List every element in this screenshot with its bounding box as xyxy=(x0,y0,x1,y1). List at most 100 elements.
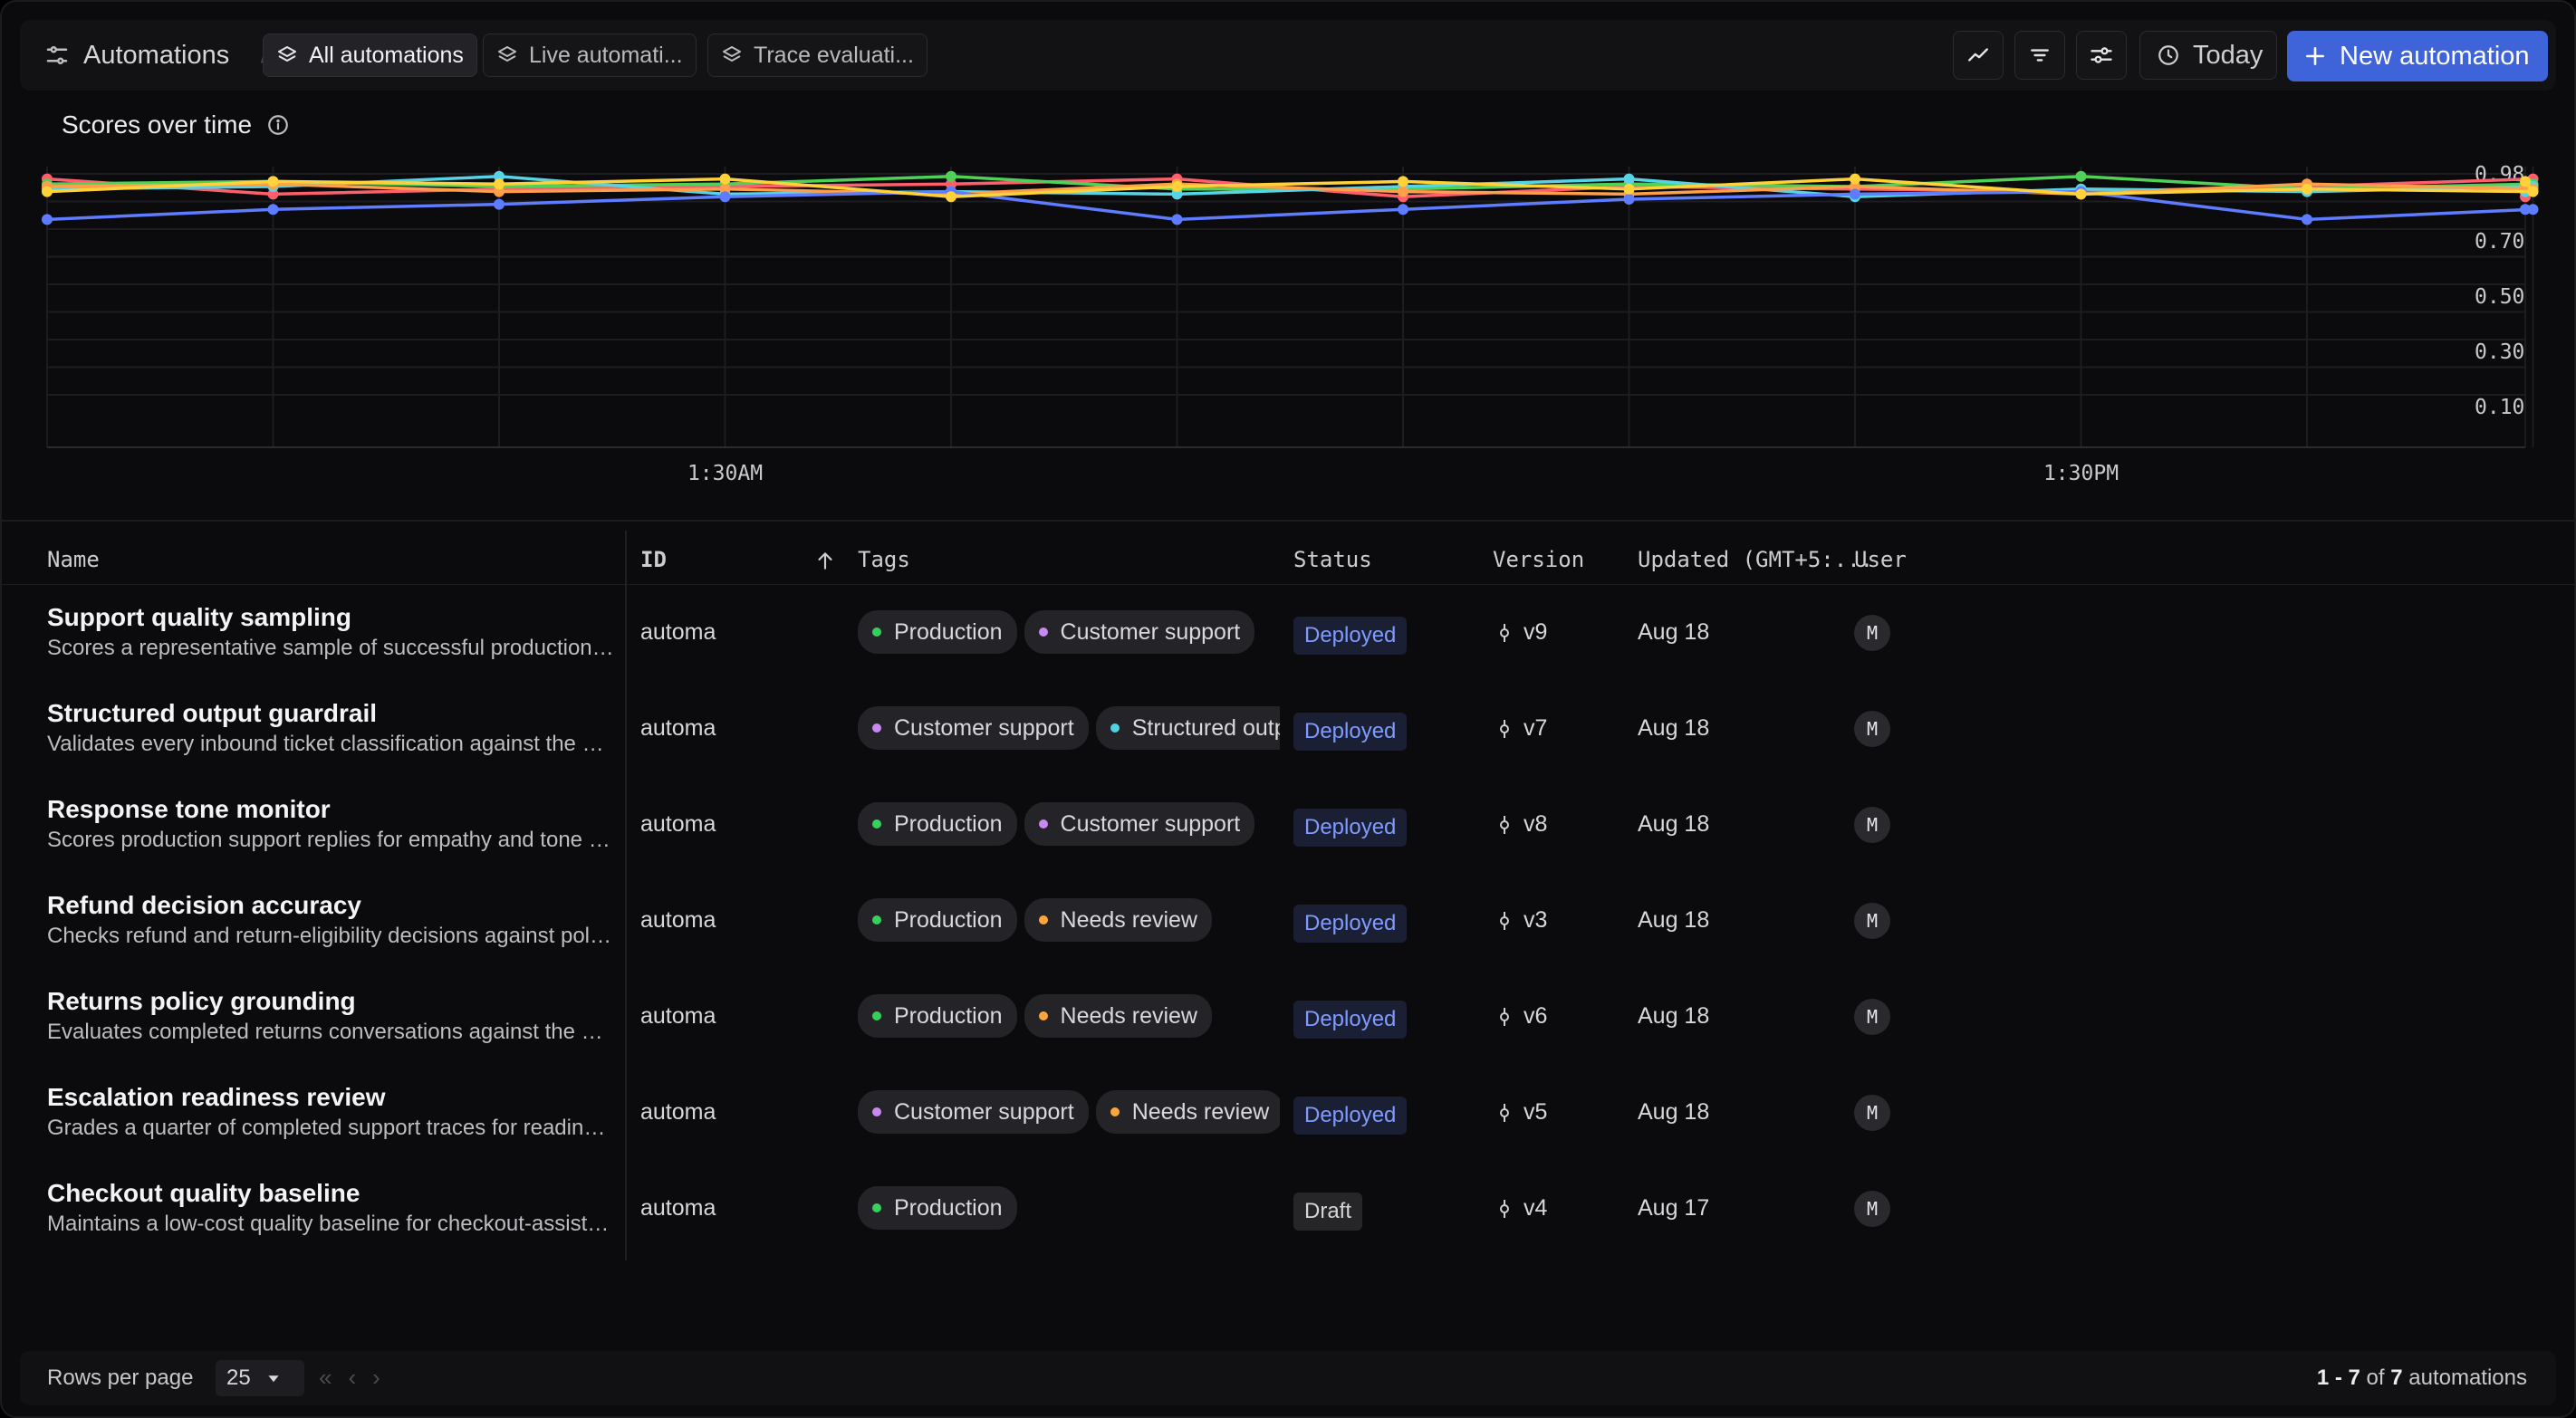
column-header-status[interactable]: Status xyxy=(1293,547,1372,572)
rows-per-page-select[interactable]: 25 xyxy=(216,1360,304,1396)
trend-line-icon xyxy=(1968,48,1988,62)
tag-chip[interactable]: Needs review xyxy=(1095,1090,1280,1134)
y-tick-label: 0.70 xyxy=(2475,230,2524,254)
automation-description: Scores a representative sample of succes… xyxy=(47,636,614,660)
table-row[interactable]: Escalation readiness review Grades a quar… xyxy=(2,1065,2574,1161)
sort-ascending-icon[interactable] xyxy=(813,549,837,572)
automation-name[interactable]: Response tone monitor xyxy=(47,795,331,824)
status-badge: Draft xyxy=(1293,1193,1363,1231)
tag-chip[interactable]: Production xyxy=(858,994,1017,1038)
automation-name[interactable]: Escalation readiness review xyxy=(47,1083,386,1112)
tag-chip[interactable]: Structured output xyxy=(1095,706,1280,750)
tag-color-dot xyxy=(872,628,881,637)
tag-list: Production Customer support xyxy=(858,610,1280,656)
tab-trace-evaluations[interactable]: Trace evaluati... xyxy=(707,34,928,77)
automation-description: Validates every inbound ticket classific… xyxy=(47,732,614,756)
automation-name[interactable]: Support quality sampling xyxy=(47,603,351,632)
table-row[interactable]: Returns policy grounding Evaluates comple… xyxy=(2,969,2574,1065)
tag-chip[interactable]: Production xyxy=(858,802,1017,846)
updated-date: Aug 18 xyxy=(1638,619,1710,645)
column-header-tags[interactable]: Tags xyxy=(858,547,910,572)
tag-chip[interactable]: Needs review xyxy=(1024,898,1212,942)
data-point xyxy=(2527,186,2539,197)
automation-id: automa xyxy=(640,907,716,933)
column-header-user[interactable]: User xyxy=(1854,547,1907,572)
data-point xyxy=(2075,170,2087,182)
commit-icon xyxy=(1500,1199,1509,1218)
column-header-updated[interactable]: Updated (GMT+5:... xyxy=(1638,547,1873,572)
automation-description: Evaluates completed returns conversation… xyxy=(47,1020,614,1044)
table-header: Name ID Tags Status Version Updated (GMT… xyxy=(2,531,2574,585)
version-cell: v6 xyxy=(1496,1003,1547,1030)
column-header-id[interactable]: ID xyxy=(640,547,667,572)
table-row[interactable]: Structured output guardrail Validates eve… xyxy=(2,681,2574,777)
commit-icon xyxy=(1500,1103,1509,1122)
chart-toggle-button[interactable] xyxy=(1953,31,2004,80)
display-settings-button[interactable] xyxy=(2076,31,2127,80)
automation-name[interactable]: Checkout quality baseline xyxy=(47,1179,360,1208)
table-row[interactable]: Checkout quality baseline Maintains a low… xyxy=(2,1161,2574,1257)
next-page-icon[interactable]: › xyxy=(372,1364,380,1392)
tag-list: Production Customer support xyxy=(858,802,1280,848)
user-avatar[interactable]: M xyxy=(1854,1191,1890,1227)
data-point xyxy=(2075,188,2087,200)
breadcrumb: Automations xyxy=(43,20,229,91)
commit-icon xyxy=(1500,719,1509,738)
status-badge: Deployed xyxy=(1293,905,1408,943)
result-suffix: automations xyxy=(2408,1365,2527,1390)
tag-chip[interactable]: Production xyxy=(858,610,1017,654)
automation-name[interactable]: Structured output guardrail xyxy=(47,699,377,728)
data-point xyxy=(42,214,53,225)
version-label: v4 xyxy=(1523,1195,1548,1221)
tab-live-automations[interactable]: Live automati... xyxy=(483,34,697,77)
automation-id: automa xyxy=(640,1195,716,1221)
table-row[interactable]: Support quality sampling Scores a represe… xyxy=(2,585,2574,681)
data-point xyxy=(1171,214,1183,225)
user-avatar[interactable]: M xyxy=(1854,615,1890,651)
user-avatar[interactable]: M xyxy=(1854,999,1890,1035)
user-avatar[interactable]: M xyxy=(1854,711,1890,747)
tag-chip[interactable]: Needs review xyxy=(1024,994,1212,1038)
version-cell: v5 xyxy=(1496,1099,1547,1126)
user-avatar[interactable]: M xyxy=(1854,807,1890,843)
info-icon[interactable] xyxy=(266,113,290,137)
tag-chip[interactable]: Production xyxy=(858,1186,1017,1230)
new-automation-button[interactable]: New automation xyxy=(2287,31,2548,81)
tag-chip[interactable]: Customer support xyxy=(858,1090,1089,1134)
tag-chip[interactable]: Customer support xyxy=(1024,802,1255,846)
updated-date: Aug 18 xyxy=(1638,1003,1710,1029)
column-header-version[interactable]: Version xyxy=(1493,547,1584,572)
previous-page-icon[interactable]: ‹ xyxy=(348,1364,356,1392)
column-header-name[interactable]: Name xyxy=(47,547,100,572)
automation-name[interactable]: Refund decision accuracy xyxy=(47,891,361,920)
commit-icon xyxy=(1500,623,1509,642)
status-badge: Deployed xyxy=(1293,1001,1408,1039)
tag-chip[interactable]: Customer support xyxy=(1024,610,1255,654)
first-page-icon[interactable]: « xyxy=(319,1364,332,1392)
version-cell: v3 xyxy=(1496,907,1547,934)
user-avatar[interactable]: M xyxy=(1854,903,1890,939)
status-badge: Deployed xyxy=(1293,809,1408,847)
date-range-button[interactable]: Today xyxy=(2139,31,2277,80)
automation-id: automa xyxy=(640,1003,716,1029)
tag-label: Production xyxy=(894,1002,1003,1029)
tag-color-dot xyxy=(872,1107,881,1116)
data-point xyxy=(1623,194,1635,205)
table-row[interactable]: Response tone monitor Scores production s… xyxy=(2,777,2574,873)
data-point xyxy=(1398,176,1408,187)
version-cell: v4 xyxy=(1496,1195,1547,1222)
scores-chart: 1:30AM 1:30PM0.980.700.500.300.10 xyxy=(42,163,2539,485)
tag-label: Customer support xyxy=(1060,618,1241,645)
tab-all-automations[interactable]: All automations xyxy=(263,34,477,77)
user-avatar[interactable]: M xyxy=(1854,1095,1890,1131)
version-cell: v8 xyxy=(1496,811,1547,838)
automation-id: automa xyxy=(640,619,716,645)
data-point xyxy=(1398,204,1408,216)
tag-chip[interactable]: Production xyxy=(858,898,1017,942)
y-tick-label: 0.50 xyxy=(2475,285,2524,309)
table-row[interactable]: Refund decision accuracy Checks refund an… xyxy=(2,873,2574,969)
data-point xyxy=(719,191,731,203)
automation-name[interactable]: Returns policy grounding xyxy=(47,987,356,1016)
filter-button[interactable] xyxy=(2014,31,2065,80)
tag-chip[interactable]: Customer support xyxy=(858,706,1089,750)
